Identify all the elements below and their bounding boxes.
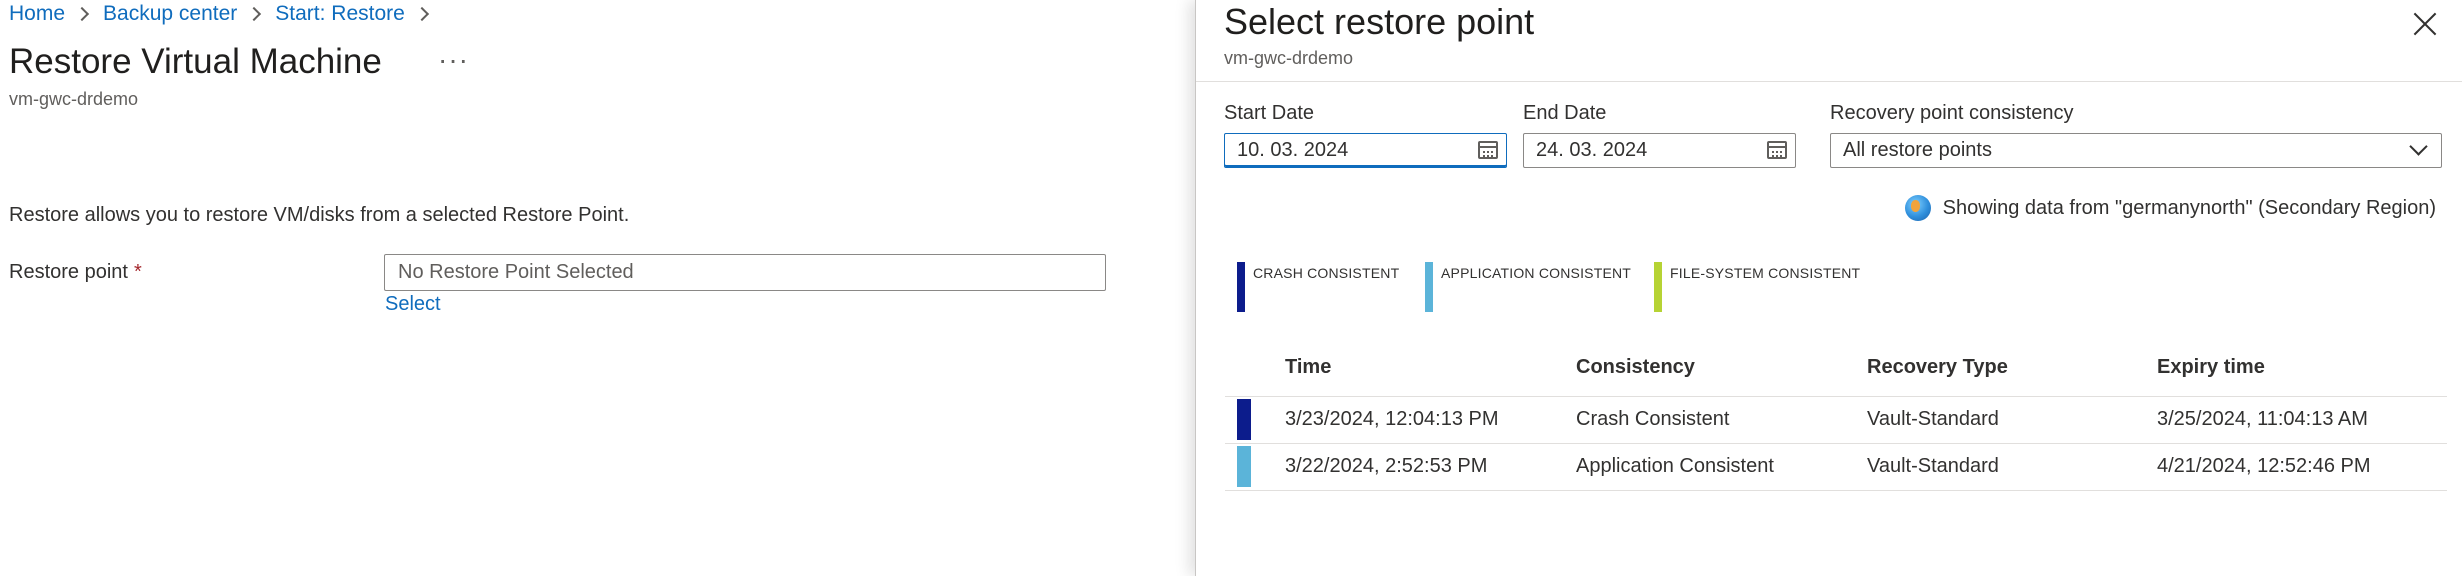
legend-application-consistent: APPLICATION CONSISTENT — [1425, 262, 1631, 312]
chevron-down-icon — [2409, 137, 2428, 156]
legend-label: APPLICATION CONSISTENT — [1441, 265, 1632, 281]
consistency-indicator — [1237, 446, 1251, 487]
table-header-row: Time Consistency Recovery Type Expiry ti… — [1225, 340, 2447, 397]
table-row[interactable]: 3/22/2024, 2:52:53 PM Application Consis… — [1225, 443, 2447, 491]
start-date-label: Start Date — [1224, 102, 1315, 124]
panel-title: Select restore point — [1224, 1, 1535, 42]
time-cell: 3/22/2024, 2:52:53 PM — [1285, 443, 1576, 491]
restore-vm-blade: Home Backup center Start: Restore Restor… — [0, 0, 1195, 576]
time-cell: 3/23/2024, 12:04:13 PM — [1285, 396, 1576, 444]
globe-icon — [1904, 195, 1931, 221]
legend-crash-consistent: CRASH CONSISTENT — [1237, 262, 1399, 312]
recovery-type-cell: Vault-Standard — [1867, 443, 2157, 491]
panel-subtitle: vm-gwc-drdemo — [1224, 48, 1354, 68]
legend-swatch — [1237, 262, 1245, 312]
breadcrumb-backup-center[interactable]: Backup center — [103, 2, 237, 26]
consistency-filter-value: All restore points — [1843, 139, 1992, 161]
column-header-recovery-type[interactable]: Recovery Type — [1867, 340, 2157, 397]
chevron-right-icon — [74, 6, 90, 22]
recovery-type-cell: Vault-Standard — [1867, 396, 2157, 444]
breadcrumb: Home Backup center Start: Restore — [9, 2, 443, 26]
consistency-indicator — [1237, 399, 1251, 440]
header-divider — [1196, 81, 2462, 82]
restore-description: Restore allows you to restore VM/disks f… — [9, 204, 630, 226]
end-date-picker[interactable]: 24. 03. 2024 — [1523, 133, 1796, 168]
close-icon[interactable] — [2412, 11, 2438, 37]
row-indicator-cell — [1225, 396, 1285, 444]
row-indicator-cell — [1225, 443, 1285, 491]
column-header-time[interactable]: Time — [1285, 340, 1576, 397]
expiry-cell: 4/21/2024, 12:52:46 PM — [2157, 443, 2447, 491]
select-restore-point-link[interactable]: Select — [385, 293, 441, 316]
chevron-right-icon — [414, 6, 429, 22]
legend-label: CRASH CONSISTENT — [1253, 265, 1400, 281]
end-date-label: End Date — [1523, 102, 1607, 124]
column-header-expiry-time[interactable]: Expiry time — [2157, 340, 2447, 397]
required-indicator: * — [133, 261, 142, 283]
legend-file-system-consistent: FILE-SYSTEM CONSISTENT — [1654, 262, 1860, 312]
chevron-right-icon — [247, 6, 262, 22]
end-date-value: 24. 03. 2024 — [1536, 139, 1648, 161]
page-title: Restore Virtual Machine — [9, 42, 382, 81]
start-date-value: 10. 03. 2024 — [1237, 139, 1349, 161]
calendar-icon[interactable] — [1478, 141, 1498, 159]
consistency-cell: Crash Consistent — [1576, 396, 1867, 444]
restore-points-table: Time Consistency Recovery Type Expiry ti… — [1225, 340, 2447, 491]
breadcrumb-home[interactable]: Home — [9, 2, 65, 26]
start-date-picker[interactable]: 10. 03. 2024 — [1224, 133, 1507, 168]
expiry-cell: 3/25/2024, 11:04:13 AM — [2157, 396, 2447, 444]
legend-swatch — [1425, 262, 1433, 312]
breadcrumb-start-restore[interactable]: Start: Restore — [275, 2, 405, 26]
more-options-button[interactable]: ··· — [438, 46, 469, 74]
region-note: Showing data from "germanynorth" (Second… — [1942, 196, 2436, 219]
column-header-indicator — [1225, 340, 1285, 397]
region-info: Showing data from "germanynorth" (Second… — [1904, 195, 2436, 221]
legend-swatch — [1654, 262, 1662, 312]
calendar-icon[interactable] — [1767, 141, 1787, 159]
legend-label: FILE-SYSTEM CONSISTENT — [1670, 265, 1861, 281]
restore-point-field[interactable]: No Restore Point Selected — [384, 254, 1106, 291]
restore-point-label-text: Restore point — [9, 261, 128, 283]
consistency-filter-dropdown[interactable]: All restore points — [1830, 133, 2442, 168]
restore-point-label: Restore point * — [9, 261, 142, 284]
consistency-filter-label: Recovery point consistency — [1830, 102, 2074, 124]
page-subtitle: vm-gwc-drdemo — [9, 89, 139, 109]
table-row[interactable]: 3/23/2024, 12:04:13 PM Crash Consistent … — [1225, 396, 2447, 444]
column-header-consistency[interactable]: Consistency — [1576, 340, 1867, 397]
consistency-cell: Application Consistent — [1576, 443, 1867, 491]
